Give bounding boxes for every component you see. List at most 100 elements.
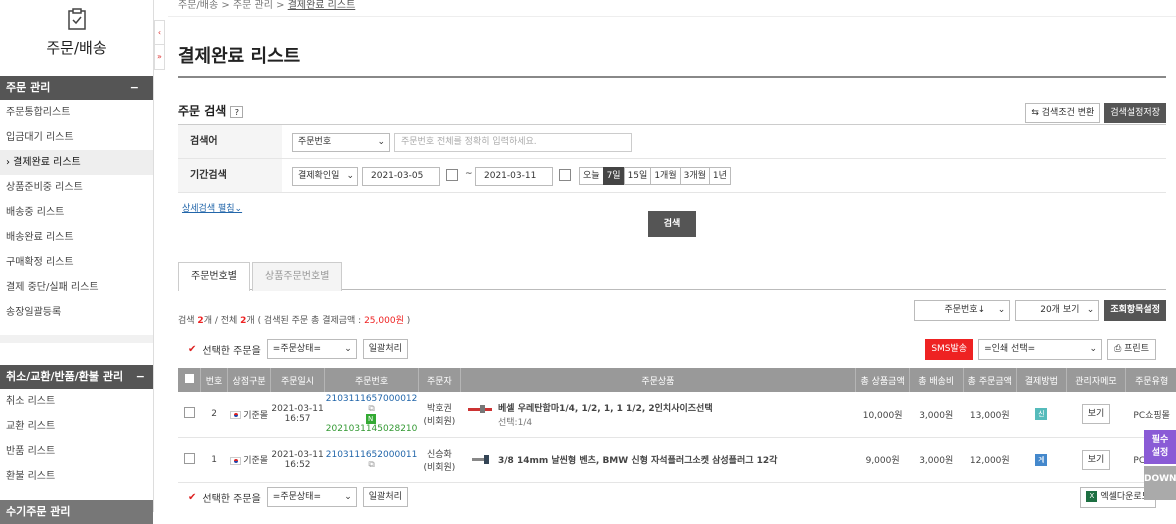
sort-select[interactable]: 주문번호↓ ⌄ <box>914 300 1011 321</box>
chevron-left-icon[interactable]: ‹ <box>155 21 164 45</box>
chevron-down-icon: ⌄ <box>234 204 243 214</box>
search-section-title: 주문 검색? <box>178 102 244 119</box>
collapse-icon[interactable]: − <box>130 76 139 100</box>
order-number-link[interactable]: 2103111652000011 <box>326 450 418 460</box>
change-search-button[interactable]: ⇆ 검색조건 변환 <box>1025 103 1101 123</box>
order-time: 16:57 <box>284 414 311 425</box>
sidebar-group-claims[interactable]: 취소/교환/반품/환불 관리 − <box>0 365 153 389</box>
help-icon[interactable]: ? <box>230 106 244 118</box>
sidebar-group-order[interactable]: 주문 관리 − <box>0 76 153 100</box>
keyword-type-select[interactable]: 주문번호 ⌄ <box>292 133 390 152</box>
link-label: 상세검색 펼침 <box>182 204 235 214</box>
period-type-select[interactable]: 결제확인일 ⌄ <box>292 167 358 186</box>
period-1m-button[interactable]: 1개월 <box>650 167 681 185</box>
product-thumbnail[interactable] <box>468 454 492 466</box>
breadcrumb-item[interactable]: 주문 관리 <box>233 0 273 11</box>
table-row[interactable]: 1 기준몰 2021-03-11 16:52 2103111652000011 ⧉… <box>178 437 1176 483</box>
period-3m-button[interactable]: 3개월 <box>679 167 710 185</box>
summary-text: 개 / 전체 <box>203 316 241 326</box>
sidebar-list-claims: 취소 리스트 교환 리스트 반품 리스트 환불 리스트 <box>0 389 153 489</box>
required-settings-button[interactable]: 필수 설정 <box>1144 430 1176 464</box>
sidebar-item-active[interactable]: › 결제완료 리스트 <box>0 150 153 175</box>
bulk-apply-button[interactable]: 일괄처리 <box>362 487 408 507</box>
breadcrumb-item[interactable]: 주문/배송 <box>178 0 218 11</box>
sidebar-item[interactable]: 교환 리스트 <box>0 414 153 439</box>
save-search-button[interactable]: 검색설정저장 <box>1104 103 1166 123</box>
sidebar-item[interactable]: 구매확정 리스트 <box>0 250 153 275</box>
quick-period-buttons: 오늘 7일 15일 1개월 3개월 1년 <box>579 167 731 185</box>
cell-product: 3/8 14mm 날씬형 벤츠, BMW 신형 자석플러그소켓 삼성플러그 12… <box>460 437 856 483</box>
bulk-status-select[interactable]: =주문상태= ⌄ <box>266 339 357 359</box>
table-row[interactable]: 2 기준몰 2021-03-11 16:57 2103111657000012 ⧉… <box>178 392 1176 438</box>
checkbox[interactable] <box>183 452 195 464</box>
period-15d-button[interactable]: 15일 <box>623 167 652 185</box>
period-7d-button[interactable]: 7일 <box>602 167 625 185</box>
bulk-apply-button[interactable]: 일괄처리 <box>362 339 408 359</box>
sidebar-item[interactable]: 송장일괄등록 <box>0 300 153 325</box>
chevron-double-up-icon[interactable]: » <box>155 45 164 69</box>
search-submit-button[interactable]: 검색 <box>648 211 696 237</box>
buyer-name[interactable]: 신승화 <box>419 447 460 460</box>
date-to-input[interactable]: 2021-03-11 <box>475 167 553 186</box>
cell-goods-amount: 10,000원 <box>855 392 910 438</box>
period-1y-button[interactable]: 1년 <box>708 167 731 185</box>
naver-order-number[interactable]: 2021031145028210 <box>326 424 418 434</box>
breadcrumb-separator: > <box>276 0 285 11</box>
search-row-keyword: 검색어 주문번호 ⌄ 주문번호 전체를 정확히 입력하세요. <box>178 125 1166 159</box>
row-select[interactable] <box>178 437 201 483</box>
detail-search-link[interactable]: 상세검색 펼침⌄ <box>182 201 242 214</box>
popup-icon[interactable]: ⧉ <box>368 404 374 414</box>
order-date: 2021-03-11 <box>271 404 324 415</box>
calendar-icon[interactable] <box>446 169 458 181</box>
buyer-name[interactable]: 박호권 <box>419 401 460 414</box>
row-select[interactable] <box>178 392 201 438</box>
bulk-status-select[interactable]: =주문상태= ⌄ <box>266 487 357 507</box>
product-name[interactable]: 베셀 우레탄함마1/4, 1/2, 1, 1 1/2, 2인치사이즈선택 <box>498 404 713 414</box>
buyer-type: (비회원) <box>423 462 456 473</box>
sidebar-item[interactable]: 반품 리스트 <box>0 439 153 464</box>
divider <box>178 76 1166 78</box>
memo-view-button[interactable]: 보기 <box>1081 404 1111 425</box>
select-value: 결제확인일 <box>298 171 340 181</box>
checkbox[interactable] <box>183 407 195 419</box>
tab-bar: 주문번호별 상품주문번호별 <box>178 262 1166 291</box>
tab-order-number[interactable]: 주문번호별 <box>178 262 250 291</box>
calendar-icon[interactable] <box>559 169 571 181</box>
tab-product-order-number[interactable]: 상품주문번호별 <box>252 262 343 291</box>
cell-order-number: 2103111657000012 ⧉ N2021031145028210 <box>324 392 419 438</box>
print-button[interactable]: ⎙ 프린트 <box>1107 339 1156 360</box>
memo-view-button[interactable]: 보기 <box>1081 449 1111 470</box>
clipboard-check-icon <box>67 8 86 30</box>
collapse-icon[interactable]: − <box>136 365 145 389</box>
date-separator: ~ <box>465 169 473 179</box>
period-today-button[interactable]: 오늘 <box>579 167 604 185</box>
sidebar-item[interactable]: 주문통합리스트 <box>0 100 153 125</box>
order-number-link[interactable]: 2103111657000012 <box>326 394 418 404</box>
product-thumbnail[interactable] <box>468 403 492 415</box>
sidebar-item[interactable]: 상품준비중 리스트 <box>0 175 153 200</box>
sidebar-item[interactable]: 배송완료 리스트 <box>0 225 153 250</box>
per-page-select[interactable]: 20개 보기 ⌄ <box>1015 300 1100 321</box>
product-name[interactable]: 3/8 14mm 날씬형 벤츠, BMW 신형 자석플러그소켓 삼성플러그 12… <box>498 456 777 466</box>
checkbox[interactable] <box>183 373 195 384</box>
date-from-input[interactable]: 2021-03-05 <box>362 167 440 186</box>
sidebar-item[interactable]: 취소 리스트 <box>0 389 153 414</box>
sidebar-item[interactable]: 입금대기 리스트 <box>0 125 153 150</box>
column-header: 관리자메모 <box>1066 368 1127 392</box>
print-select[interactable]: =인쇄 선택= ⌄ <box>978 339 1103 360</box>
sidebar-item[interactable]: 배송중 리스트 <box>0 200 153 225</box>
scroll-down-button[interactable]: DOWN <box>1144 466 1176 500</box>
breadcrumb-current[interactable]: 결제완료 리스트 <box>288 0 356 11</box>
sidebar-toggle[interactable]: ‹ » <box>154 20 165 70</box>
keyword-input[interactable]: 주문번호 전체를 정확히 입력하세요. <box>394 133 632 152</box>
search-row-period: 기간검색 결제확인일 ⌄ 2021-03-05 ~ 2021-03-11 오늘 7… <box>178 159 1166 193</box>
column-header: 총 배송비 <box>909 368 964 392</box>
sidebar-group-manual[interactable]: 수기주문 관리 <box>0 500 153 524</box>
button-label: 엑셀다운로드 <box>1100 492 1150 502</box>
popup-icon[interactable]: ⧉ <box>368 460 374 470</box>
sidebar-item[interactable]: 결제 중단/실패 리스트 <box>0 275 153 300</box>
header-select-all[interactable] <box>178 368 202 392</box>
sidebar-item[interactable]: 환불 리스트 <box>0 464 153 489</box>
sms-button[interactable]: SMS발송 <box>925 339 974 360</box>
list-settings-button[interactable]: 조회항목설정 <box>1104 300 1166 321</box>
